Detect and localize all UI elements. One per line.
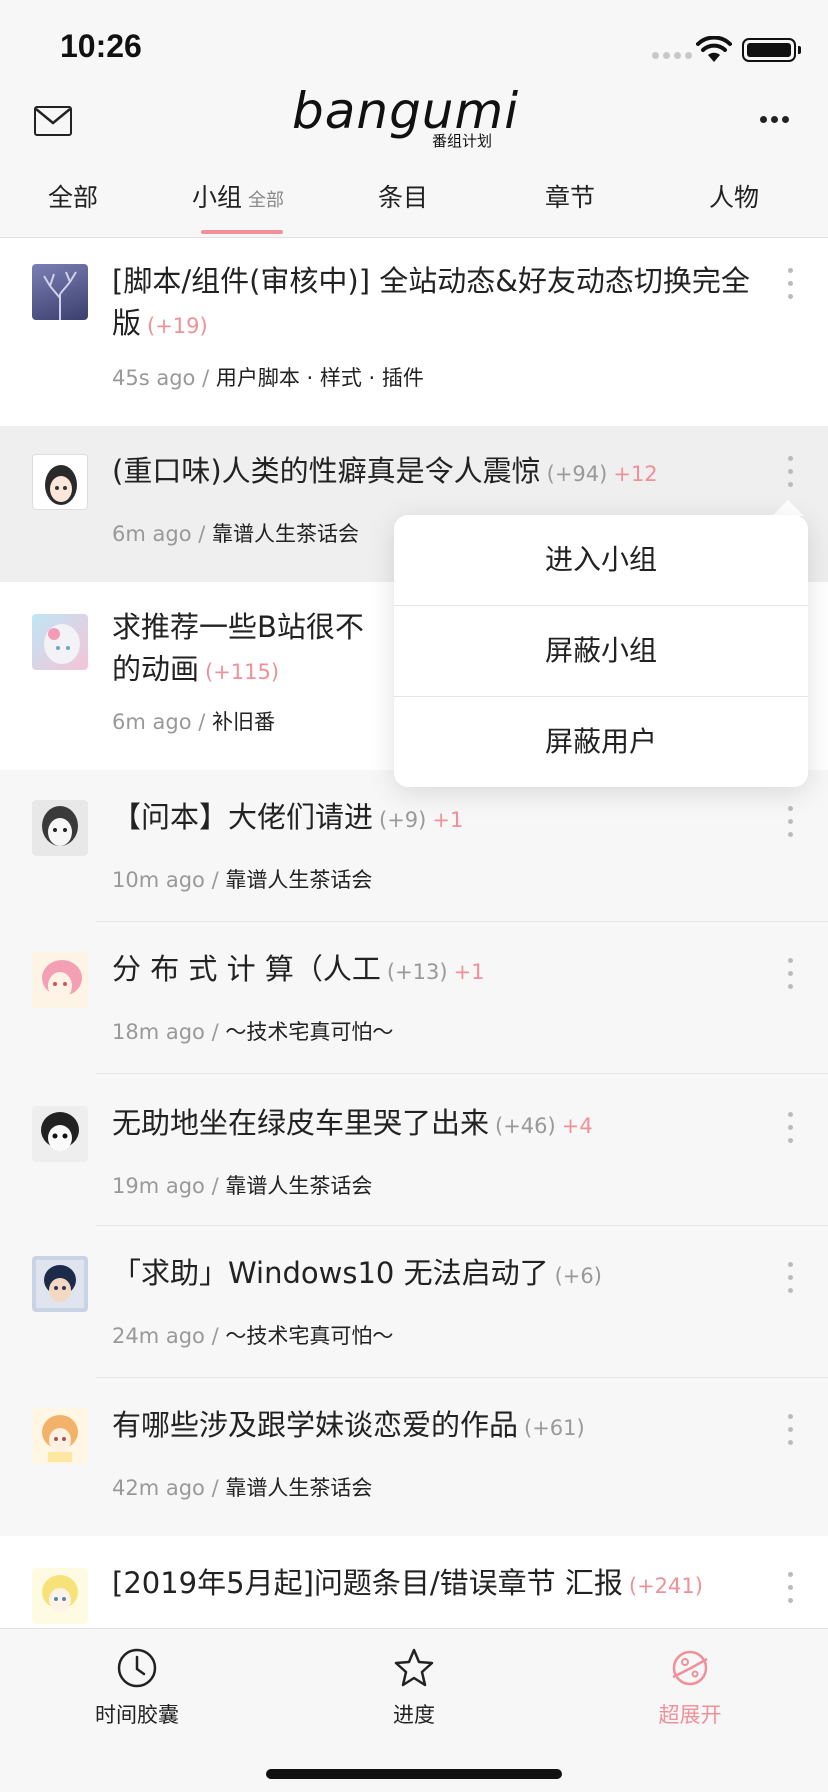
topic-meta: 42m ago / 靠谱人生茶话会 — [112, 1476, 373, 1500]
avatar — [32, 614, 88, 670]
signal-icon — [652, 52, 692, 62]
topic-meta: 6m ago / 靠谱人生茶话会 — [112, 522, 359, 546]
list-item[interactable]: [2019年5月起]问题条目/错误章节 汇报 (+241) — [0, 1536, 828, 1636]
topic-meta: 19m ago / 靠谱人生茶话会 — [112, 1174, 373, 1198]
topic-title: 分 布 式 计 算（人工 (+13) +1 — [112, 952, 485, 986]
wifi-icon — [696, 35, 732, 64]
clock-icon — [117, 1648, 157, 1688]
avatar — [32, 1568, 88, 1624]
tabbar-item-progress[interactable]: 进度 — [334, 1647, 494, 1729]
tab-group-sub: 全部 — [248, 190, 285, 211]
avatar — [32, 800, 88, 856]
avatar — [32, 264, 88, 320]
menu-item-block-group[interactable]: 屏蔽小组 — [394, 606, 808, 696]
star-icon — [394, 1648, 434, 1687]
tabbar-label: 时间胶囊 — [95, 1703, 179, 1727]
tabbar-item-rakuen[interactable]: 超展开 — [610, 1647, 770, 1729]
avatar — [32, 454, 88, 510]
topic-meta: 6m ago / 补旧番 — [112, 710, 275, 734]
topic-title: [2019年5月起]问题条目/错误章节 汇报 (+241) — [112, 1566, 703, 1600]
tab-subject[interactable]: 条目 — [378, 178, 428, 214]
app-logo: bangumi 番组计划 — [292, 82, 532, 150]
popup-arrow — [772, 500, 804, 516]
more-options-icon[interactable] — [786, 958, 796, 994]
category-tabs: 全部 小组 全部 条目 章节 人物 — [0, 168, 828, 238]
topic-title: 「求助」Windows10 无法启动了 (+6) — [112, 1256, 602, 1290]
more-options-icon[interactable] — [786, 806, 796, 842]
list-item[interactable]: 分 布 式 计 算（人工 (+13) +1 18m ago / ～技术宅真可怕～ — [0, 922, 828, 1074]
tabbar-label: 超展开 — [658, 1703, 722, 1727]
more-options-icon[interactable] — [786, 268, 796, 304]
mail-icon[interactable] — [34, 106, 72, 136]
more-options-icon[interactable] — [786, 456, 796, 492]
more-options-icon[interactable] — [786, 1112, 796, 1148]
topic-action-menu: 进入小组 屏蔽小组 屏蔽用户 — [394, 515, 808, 787]
topic-title: 有哪些涉及跟学妹谈恋爱的作品 (+61) — [112, 1408, 585, 1442]
list-item[interactable]: 「求助」Windows10 无法启动了 (+6) 24m ago / ～技术宅真可… — [0, 1226, 828, 1378]
topic-meta: 18m ago / ～技术宅真可怕～ — [112, 1020, 394, 1044]
topic-meta: 24m ago / ～技术宅真可怕～ — [112, 1324, 394, 1348]
list-item[interactable]: 有哪些涉及跟学妹谈恋爱的作品 (+61) 42m ago / 靠谱人生茶话会 — [0, 1378, 828, 1530]
status-time: 10:26 — [60, 28, 142, 64]
list-item[interactable]: [脚本/组件(审核中)] 全站动态&好友动态切换完全版 (+19) 45s ago… — [0, 238, 828, 426]
more-options-icon[interactable] — [786, 1572, 796, 1608]
tab-group[interactable]: 小组 全部 — [192, 178, 284, 214]
avatar — [32, 1408, 88, 1464]
avatar — [32, 1106, 88, 1162]
tabbar-item-timeline[interactable]: 时间胶囊 — [57, 1647, 217, 1729]
topic-meta: 10m ago / 靠谱人生茶话会 — [112, 868, 373, 892]
topic-title: 无助地坐在绿皮车里哭了出来 (+46) +4 — [112, 1106, 593, 1140]
app-header: bangumi 番组计划 全部 小组 全部 条目 章节 人物 — [0, 82, 828, 238]
menu-item-enter-group[interactable]: 进入小组 — [394, 515, 808, 605]
planet-icon — [672, 1650, 708, 1686]
menu-item-block-user[interactable]: 屏蔽用户 — [394, 697, 808, 787]
more-options-icon[interactable] — [786, 1262, 796, 1298]
avatar — [32, 952, 88, 1008]
status-bar: 10:26 — [0, 0, 828, 88]
battery-icon — [742, 38, 801, 62]
home-indicator — [266, 1769, 562, 1779]
more-options-icon[interactable] — [786, 1414, 796, 1450]
tabbar-label: 进度 — [393, 1703, 435, 1727]
tab-active-indicator — [201, 230, 283, 234]
topic-meta: 45s ago / 用户脚本 · 样式 · 插件 — [112, 366, 424, 390]
topic-title: (重口味)人类的性癖真是令人震惊 (+94) +12 — [112, 454, 658, 488]
tab-person[interactable]: 人物 — [709, 178, 759, 214]
list-item[interactable]: 【问本】大佬们请进 (+9) +1 10m ago / 靠谱人生茶话会 — [0, 770, 828, 922]
topic-title: 【问本】大佬们请进 (+9) +1 — [112, 800, 464, 834]
more-icon[interactable] — [760, 116, 792, 126]
logo-subtitle: 番组计划 — [432, 132, 493, 150]
list-item[interactable]: 无助地坐在绿皮车里哭了出来 (+46) +4 19m ago / 靠谱人生茶话会 — [0, 1074, 828, 1226]
topic-title: [脚本/组件(审核中)] 全站动态&好友动态切换完全版 (+19) — [112, 264, 750, 340]
bottom-tab-bar: 时间胶囊 进度 超展开 — [0, 1628, 828, 1792]
tab-all[interactable]: 全部 — [48, 178, 98, 214]
avatar — [32, 1256, 88, 1312]
tab-episode[interactable]: 章节 — [545, 178, 595, 214]
